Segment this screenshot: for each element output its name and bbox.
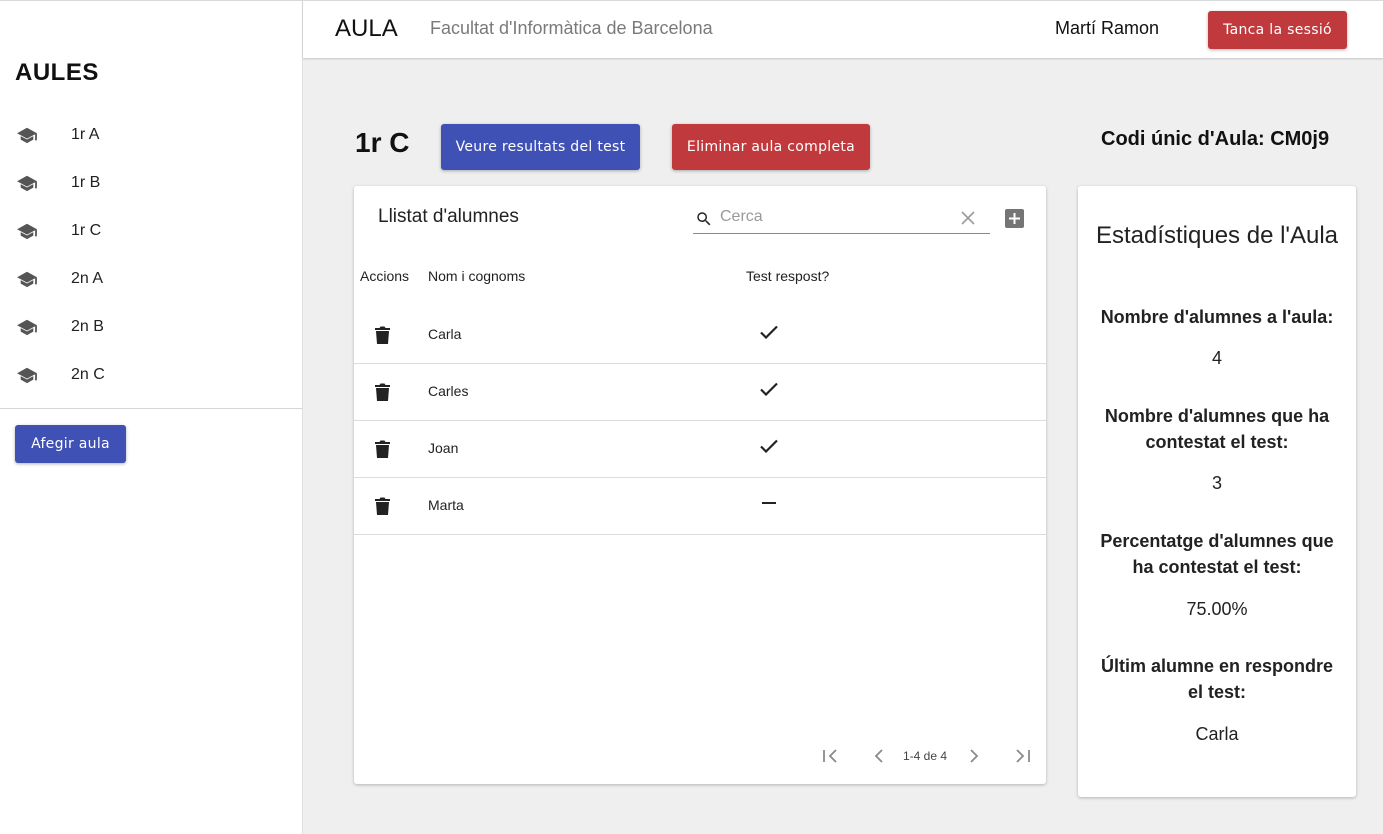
stat-answered-value: 3 — [1211, 473, 1222, 493]
sidebar-divider — [0, 408, 302, 409]
sidebar: AULES 1r A 1r B 1r C 2n A 2n B 2n C Afeg… — [0, 0, 303, 834]
first-page-icon[interactable] — [822, 748, 840, 769]
sidebar-item-label: 2n B — [71, 318, 104, 335]
delete-student-icon[interactable] — [375, 383, 390, 407]
students-table-card: Llistat d'alumnes Accions Nom i cognoms … — [354, 186, 1046, 784]
add-student-icon[interactable] — [1005, 209, 1024, 233]
last-page-icon[interactable] — [1013, 748, 1031, 769]
logout-button[interactable]: Tanca la sessió — [1208, 11, 1347, 49]
stats-card: Estadístiques de l'Aula Nombre d'alumnes… — [1078, 186, 1356, 797]
sidebar-item-label: 2n C — [71, 366, 105, 383]
clear-search-icon[interactable] — [961, 211, 975, 230]
stats-title: Estadístiques de l'Aula — [1095, 222, 1339, 249]
check-icon — [760, 439, 778, 458]
search-field — [693, 202, 990, 234]
previous-page-icon[interactable] — [872, 748, 886, 769]
stat-total-label: Nombre d'alumnes a l'aula: — [1100, 307, 1334, 327]
sidebar-item-2n-a[interactable]: 2n A — [0, 255, 302, 303]
view-results-button[interactable]: Veure resultats del test — [441, 124, 640, 170]
app-subtitle: Facultat d'Informàtica de Barcelona — [430, 18, 713, 38]
sidebar-item-1r-a[interactable]: 1r A — [0, 111, 302, 159]
dash-icon — [760, 496, 778, 515]
students-table-title: Llistat d'alumnes — [378, 206, 519, 227]
student-name: Marta — [428, 497, 464, 513]
column-header-answered[interactable]: Test respost? — [746, 268, 829, 284]
stat-percent-label: Percentatge d'alumnes que ha contestat e… — [1100, 531, 1334, 577]
delete-student-icon[interactable] — [375, 497, 390, 521]
table-row: Carla — [354, 307, 1046, 364]
sidebar-title: AULES — [15, 59, 99, 86]
stat-answered-label: Nombre d'alumnes que ha contestat el tes… — [1104, 406, 1330, 452]
stat-last-label: Últim alumne en respondre el test: — [1100, 656, 1334, 702]
check-icon — [760, 382, 778, 401]
graduation-cap-icon — [16, 270, 38, 288]
delete-student-icon[interactable] — [375, 326, 390, 350]
delete-aula-button[interactable]: Eliminar aula completa — [672, 124, 870, 170]
column-header-name[interactable]: Nom i cognoms — [428, 268, 525, 284]
pagination-label: 1-4 de 4 — [903, 749, 948, 763]
graduation-cap-icon — [16, 222, 38, 240]
sidebar-item-label: 1r B — [71, 174, 101, 191]
add-aula-button[interactable]: Afegir aula — [15, 425, 126, 463]
student-name: Carla — [428, 326, 462, 342]
table-row: Joan — [354, 421, 1046, 478]
table-row: Carles — [354, 364, 1046, 421]
stat-percent-value: 75.00% — [1186, 599, 1248, 619]
search-input[interactable] — [720, 206, 950, 228]
search-icon — [695, 210, 713, 233]
students-table-body: Carla Carles Joan Marta — [354, 307, 1046, 535]
sidebar-item-2n-b[interactable]: 2n B — [0, 303, 302, 351]
stat-total-value: 4 — [1211, 348, 1222, 368]
page-title: 1r C — [355, 127, 410, 158]
top-bar: AULA Facultat d'Informàtica de Barcelona… — [303, 0, 1383, 58]
check-icon — [760, 325, 778, 344]
table-row: Marta — [354, 478, 1046, 535]
sidebar-item-1r-c[interactable]: 1r C — [0, 207, 302, 255]
sidebar-item-label: 2n A — [71, 270, 104, 287]
graduation-cap-icon — [16, 366, 38, 384]
sidebar-item-label: 1r A — [71, 126, 100, 143]
aula-code: Codi únic d'Aula: CM0j9 — [1101, 128, 1330, 150]
sidebar-item-1r-b[interactable]: 1r B — [0, 159, 302, 207]
next-page-icon[interactable] — [967, 748, 981, 769]
student-name: Carles — [428, 383, 469, 399]
app-title: AULA — [335, 15, 398, 42]
student-name: Joan — [428, 440, 459, 456]
delete-student-icon[interactable] — [375, 440, 390, 464]
sidebar-item-2n-c[interactable]: 2n C — [0, 351, 302, 399]
column-header-actions: Accions — [360, 268, 410, 284]
graduation-cap-icon — [16, 174, 38, 192]
graduation-cap-icon — [16, 318, 38, 336]
stat-last-value: Carla — [1195, 724, 1239, 744]
sidebar-item-label: 1r C — [71, 222, 102, 239]
graduation-cap-icon — [16, 126, 38, 144]
user-name: Martí Ramon — [1055, 18, 1160, 38]
aula-list: 1r A 1r B 1r C 2n A 2n B 2n C — [0, 111, 302, 399]
